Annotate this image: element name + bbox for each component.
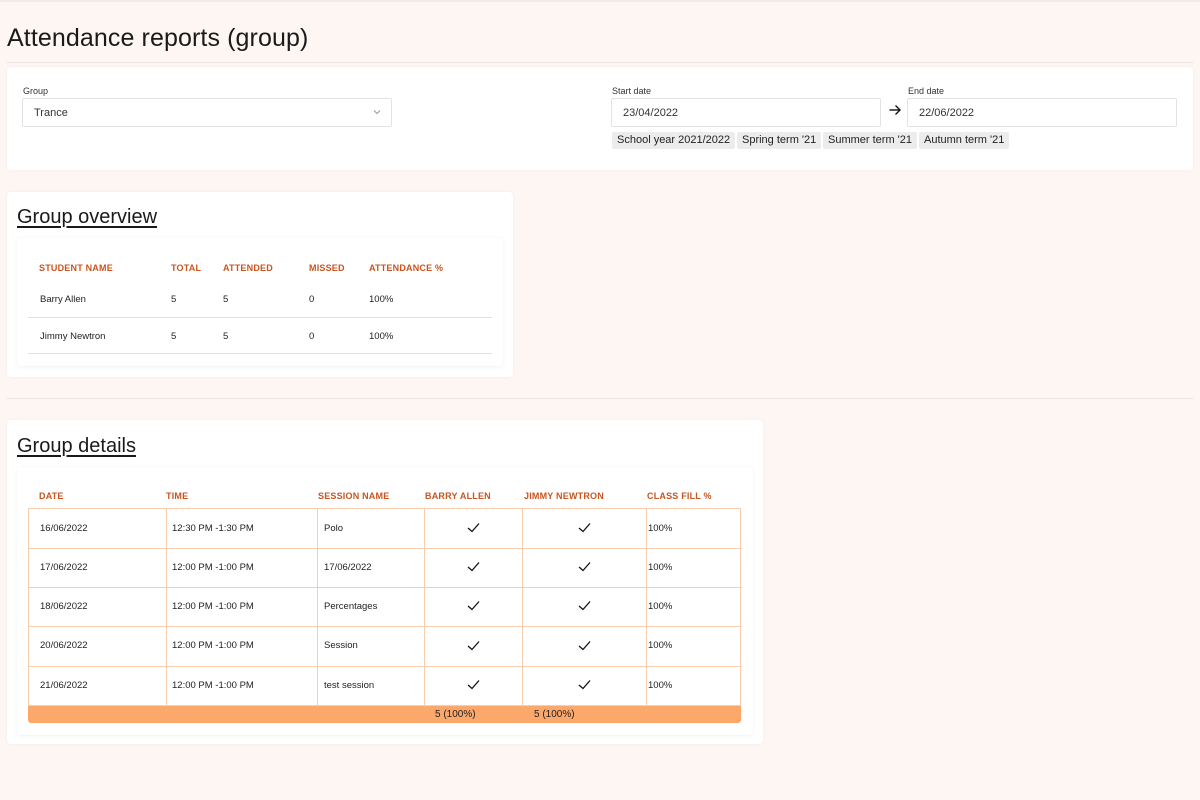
table-row-date: 18/06/2022	[40, 601, 88, 612]
table-row-session: Percentages	[324, 601, 378, 612]
col-student-name: STUDENT NAME	[39, 263, 113, 273]
preset-school-year[interactable]: School year 2021/2022	[612, 132, 736, 149]
arrow-right-icon	[889, 105, 901, 115]
group-select[interactable]: Trance	[22, 98, 392, 127]
grid-column-line	[424, 509, 425, 707]
details-grid	[28, 508, 742, 707]
grid-row-line	[29, 666, 742, 667]
check-icon	[578, 680, 591, 690]
table-row-time: 12:00 PM -1:00 PM	[172, 601, 254, 612]
table-row-class-fill: 100%	[648, 640, 673, 651]
start-date-label: Start date	[612, 86, 652, 96]
table-row-class-fill: 100%	[648, 601, 673, 612]
overview-cell: 0	[309, 294, 315, 305]
preset-spring-term[interactable]: Spring term '21	[737, 132, 822, 149]
col-time: TIME	[166, 491, 189, 501]
grid-row-line	[29, 587, 742, 588]
end-date-input[interactable]: 22/06/2022	[907, 98, 1177, 127]
check-icon	[578, 562, 591, 572]
check-icon	[467, 523, 480, 533]
table-row-class-fill: 100%	[648, 523, 673, 534]
group-select-value: Trance	[34, 107, 68, 119]
col-missed: MISSED	[309, 263, 345, 273]
col-attended: ATTENDED	[223, 263, 273, 273]
end-date-value: 22/06/2022	[919, 107, 975, 119]
check-icon	[578, 601, 591, 611]
table-row-session: 17/06/2022	[324, 562, 372, 573]
overview-cell: Jimmy Newtron	[40, 331, 106, 342]
group-label: Group	[23, 86, 49, 96]
table-row-time: 12:00 PM -1:00 PM	[172, 640, 254, 651]
check-icon	[578, 641, 591, 651]
start-date-value: 23/04/2022	[623, 107, 679, 119]
group-overview-title: Group overview	[17, 206, 158, 228]
table-row-class-fill: 100%	[648, 680, 673, 691]
group-overview-table	[17, 238, 503, 366]
overview-cell: 100%	[369, 294, 394, 305]
page-title: Attendance reports (group)	[7, 24, 309, 52]
col-jimmy-newtron: JIMMY NEWTRON	[524, 491, 604, 501]
grid-row-line	[29, 548, 742, 549]
table-row-time: 12:00 PM -1:00 PM	[172, 562, 254, 573]
grid-row-line	[29, 626, 742, 627]
col-total: TOTAL	[171, 263, 202, 273]
top-border	[0, 0, 1200, 2]
grid-column-line	[646, 509, 647, 707]
table-row-session: test session	[324, 680, 375, 691]
overview-cell: 5	[171, 331, 177, 342]
check-icon	[467, 641, 480, 651]
title-divider	[7, 62, 1193, 63]
table-row-date: 17/06/2022	[40, 562, 88, 573]
end-date-label: End date	[908, 86, 945, 96]
overview-cell: 0	[309, 331, 315, 342]
table-row-date: 20/06/2022	[40, 640, 88, 651]
col-attendance-pct: ATTENDANCE %	[369, 263, 444, 273]
check-icon	[467, 601, 480, 611]
overview-cell: 5	[223, 294, 229, 305]
check-icon	[467, 562, 480, 572]
section-divider	[7, 398, 1193, 399]
chevron-down-icon	[373, 110, 381, 115]
table-row-session: Polo	[324, 523, 344, 534]
grid-column-line	[166, 509, 167, 707]
col-session-name: SESSION NAME	[318, 491, 390, 501]
table-row-session: Session	[324, 640, 358, 651]
overview-cell: 100%	[369, 331, 394, 342]
check-icon	[578, 523, 591, 533]
col-class-fill: CLASS FILL %	[647, 491, 712, 501]
group-details-title: Group details	[17, 435, 136, 457]
totals-bar: 5 (100%) 5 (100%)	[28, 706, 741, 723]
col-barry-allen: BARRY ALLEN	[425, 491, 491, 501]
col-date: DATE	[39, 491, 64, 501]
start-date-input[interactable]: 23/04/2022	[611, 98, 881, 127]
check-icon	[467, 680, 480, 690]
total-barry-allen: 5 (100%)	[435, 709, 476, 720]
row-divider	[28, 317, 492, 318]
row-divider	[28, 353, 492, 354]
table-row-date: 16/06/2022	[40, 523, 88, 534]
grid-column-line	[522, 509, 523, 707]
overview-cell: 5	[223, 331, 229, 342]
preset-summer-term[interactable]: Summer term '21	[823, 132, 918, 149]
table-row-time: 12:00 PM -1:00 PM	[172, 680, 254, 691]
overview-cell: 5	[171, 294, 177, 305]
total-jimmy-newtron: 5 (100%)	[534, 709, 575, 720]
table-row-class-fill: 100%	[648, 562, 673, 573]
overview-cell: Barry Allen	[40, 294, 86, 305]
grid-column-line	[317, 509, 318, 707]
preset-autumn-term[interactable]: Autumn term '21	[919, 132, 1010, 149]
table-row-date: 21/06/2022	[40, 680, 88, 691]
table-row-time: 12:30 PM -1:30 PM	[172, 523, 254, 534]
